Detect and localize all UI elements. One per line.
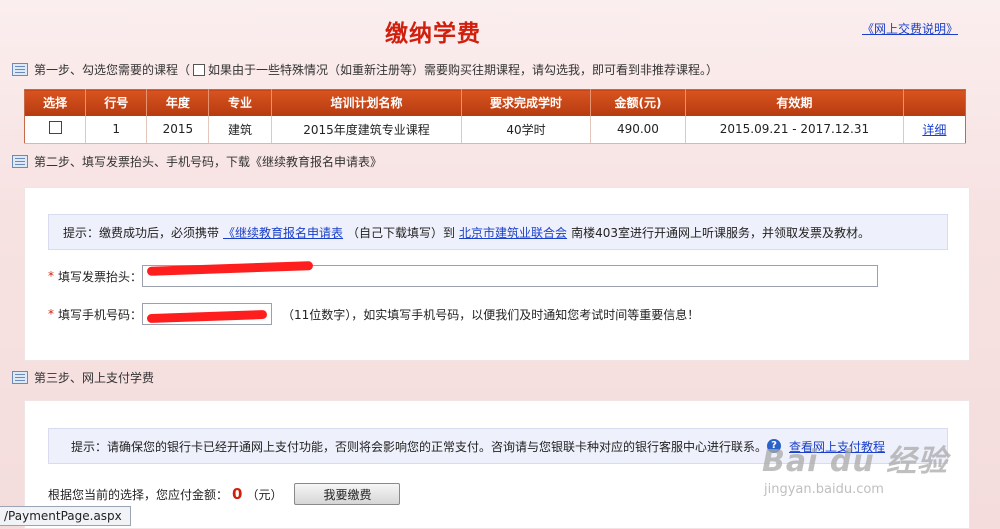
select-cell <box>24 115 87 144</box>
course-checkbox[interactable] <box>48 121 62 135</box>
invoice-row: * 填写发票抬头： <box>48 261 879 287</box>
application-form-link[interactable]: 《继续教育报名申请表 <box>223 224 343 241</box>
tip-registration: 提示：缴费成功后，必须携带 《继续教育报名申请表 （自己下载填写）到 北京市建筑… <box>48 214 948 250</box>
watermark-sub: jingyan.baidu.com <box>764 482 884 497</box>
payment-help-link[interactable]: 《网上交费说明》 <box>862 20 958 37</box>
tip1-prefix: 提示：缴费成功后，必须携带 <box>63 225 220 240</box>
col-header-action <box>903 89 966 116</box>
col-header-year: 年度 <box>146 89 210 116</box>
col-header-row-no: 行号 <box>85 89 148 116</box>
past-courses-checkbox[interactable] <box>193 63 206 76</box>
detail-link[interactable]: 详细 <box>922 123 946 137</box>
invoice-label: 填写发票抬头： <box>58 269 143 284</box>
page-title: 缴纳学费 <box>385 20 481 47</box>
col-header-select: 选择 <box>24 89 87 116</box>
plan-cell: 2015年度建筑专业课程 <box>271 115 463 144</box>
browser-status-bar: /PaymentPage.aspx <box>0 506 131 526</box>
required-mark: * <box>48 307 54 321</box>
amount-cell: 490.00 <box>590 115 687 144</box>
payment-amount: 0 <box>232 485 243 503</box>
major-cell: 建筑 <box>208 115 272 144</box>
step2-label: 第二步、填写发票抬头、手机号码，下载《继续教育报名申请表》 <box>34 155 383 169</box>
watermark-main: Bai du 经验 <box>762 444 949 479</box>
phone-row: * 填写手机号码： （11位数字），如实填写手机号码，以便我们及时通知您考试时间… <box>48 303 699 325</box>
row-no-cell: 1 <box>85 115 148 144</box>
action-cell: 详细 <box>903 115 966 144</box>
step1-label: 第一步、勾选您需要的课程（ <box>34 63 191 77</box>
tip2-text: 提示：请确保您的银行卡已经开通网上支付功能，否则将会影响您的正常支付。咨询请与您… <box>71 439 768 454</box>
baidu-watermark: Bai du 经验 jingyan.baidu.com <box>762 436 948 497</box>
step1-label-tail: 如果由于一些特殊情况（如重新注册等）需要购买往期课程，请勾选我，即可看到非推荐课… <box>208 63 719 77</box>
pay-button[interactable]: 我要缴费 <box>294 483 401 505</box>
year-cell: 2015 <box>146 115 210 144</box>
list-icon <box>12 63 28 76</box>
invoice-title-input[interactable] <box>142 261 879 287</box>
phone-note: （11位数字），如实填写手机号码，以便我们及时通知您考试时间等重要信息！ <box>282 307 700 322</box>
required-mark: * <box>48 269 54 283</box>
col-header-major: 专业 <box>208 89 272 116</box>
payment-unit: （元） <box>246 487 283 502</box>
validity-cell: 2015.09.21 - 2017.12.31 <box>685 115 904 144</box>
step3-label: 第三步、网上支付学费 <box>34 371 155 385</box>
table-header-row: 选择 行号 年度 专业 培训计划名称 要求完成学时 金额(元) 有效期 <box>24 89 966 116</box>
tip1-suffix: 南楼403室进行开通网上听课服务，并领取发票及教材。 <box>571 225 870 240</box>
col-header-hours: 要求完成学时 <box>461 89 591 116</box>
col-header-plan: 培训计划名称 <box>271 89 463 116</box>
organization-link[interactable]: 北京市建筑业联合会 <box>459 224 567 241</box>
list-icon <box>12 155 28 168</box>
payment-prefix: 根据您当前的选择，您应付金额： <box>48 487 229 502</box>
col-header-amount: 金额(元) <box>590 89 687 116</box>
course-table: 选择 行号 年度 专业 培训计划名称 要求完成学时 金额(元) 有效期 1 20… <box>24 89 966 144</box>
step1-header: 第一步、勾选您需要的课程（ 如果由于一些特殊情况（如重新注册等）需要购买往期课程… <box>12 61 718 78</box>
table-row: 1 2015 建筑 2015年度建筑专业课程 40学时 490.00 2015.… <box>24 115 966 144</box>
phone-label: 填写手机号码： <box>58 307 143 322</box>
payment-row: 根据您当前的选择，您应付金额： 0 （元） 我要缴费 <box>48 483 401 505</box>
list-icon <box>12 371 28 384</box>
hours-cell: 40学时 <box>461 115 591 144</box>
phone-input[interactable] <box>142 303 273 325</box>
redaction-mark <box>146 309 268 324</box>
step3-header: 第三步、网上支付学费 <box>12 369 154 386</box>
tip1-middle: （自己下载填写）到 <box>347 225 456 240</box>
col-header-validity: 有效期 <box>685 89 904 116</box>
step2-header: 第二步、填写发票抬头、手机号码，下载《继续教育报名申请表》 <box>12 153 382 170</box>
